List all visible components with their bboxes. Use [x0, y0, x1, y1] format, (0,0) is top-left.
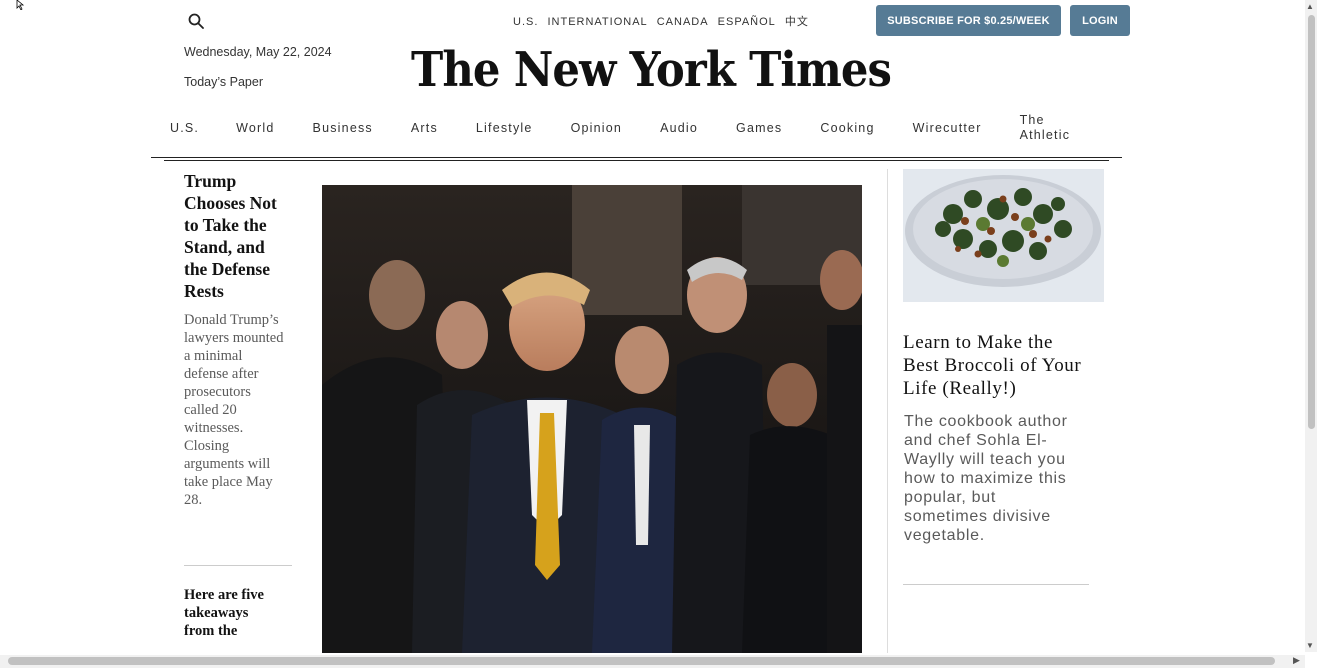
svg-text:The New York Times: The New York Times	[411, 42, 891, 98]
nyt-logo[interactable]: The New York Times	[409, 34, 893, 102]
current-date: Wednesday, May 22, 2024	[184, 45, 332, 59]
section-nav: U.S. World Business Arts Lifestyle Opini…	[151, 110, 1122, 146]
nav-item-lifestyle[interactable]: Lifestyle	[476, 121, 533, 135]
horizontal-scrollbar-thumb[interactable]	[8, 657, 1275, 665]
cooking-story-headline[interactable]: Learn to Make the Best Broccoli of Your …	[903, 331, 1093, 400]
lead-story-photo[interactable]	[322, 185, 862, 653]
scroll-up-arrow-icon[interactable]: ▲	[1306, 2, 1314, 11]
edition-link-international[interactable]: INTERNATIONAL	[547, 16, 647, 28]
mouse-cursor-icon	[16, 0, 25, 10]
nav-item-audio[interactable]: Audio	[660, 121, 698, 135]
story-divider	[184, 565, 292, 566]
edition-link-espanol[interactable]: ESPAÑOL	[718, 16, 776, 28]
login-button[interactable]: LOGIN	[1070, 5, 1130, 36]
column-divider	[887, 169, 888, 653]
search-icon[interactable]	[188, 13, 204, 29]
nav-item-opinion[interactable]: Opinion	[571, 121, 623, 135]
vertical-scrollbar-thumb[interactable]	[1308, 15, 1315, 429]
edition-link-canada[interactable]: CANADA	[657, 16, 709, 28]
masthead-divider-thin	[164, 160, 1109, 161]
subscribe-button[interactable]: SUBSCRIBE FOR $0.25/WEEK	[876, 5, 1061, 36]
nav-item-the-athletic[interactable]: The Athletic	[1020, 113, 1080, 143]
story-divider	[903, 584, 1089, 585]
nav-item-us[interactable]: U.S.	[170, 121, 199, 135]
scroll-down-arrow-icon[interactable]: ▼	[1306, 641, 1314, 650]
nav-item-world[interactable]: World	[236, 121, 274, 135]
edition-link-chinese[interactable]: 中文	[785, 16, 809, 28]
nav-item-cooking[interactable]: Cooking	[820, 121, 874, 135]
edition-link-us[interactable]: U.S.	[513, 16, 538, 28]
masthead-divider	[151, 157, 1122, 158]
lead-story-headline[interactable]: Trump Chooses Not to Take the Stand, and…	[184, 170, 292, 302]
lead-story-summary: Donald Trump’s lawyers mounted a minimal…	[184, 312, 284, 508]
scroll-right-arrow-icon[interactable]: ▶	[1293, 655, 1300, 666]
second-story-headline[interactable]: Here are five takeaways from the	[184, 586, 274, 640]
broccoli-photo[interactable]	[903, 169, 1104, 302]
cooking-story-summary: The cookbook author and chef Sohla El-Wa…	[904, 413, 1068, 544]
nav-item-business[interactable]: Business	[313, 121, 373, 135]
nav-item-arts[interactable]: Arts	[411, 121, 438, 135]
nav-item-games[interactable]: Games	[736, 121, 782, 135]
nav-item-wirecutter[interactable]: Wirecutter	[913, 121, 982, 135]
edition-links: U.S. INTERNATIONAL CANADA ESPAÑOL 中文	[513, 13, 814, 29]
todays-paper-link[interactable]: Today’s Paper	[184, 75, 263, 89]
